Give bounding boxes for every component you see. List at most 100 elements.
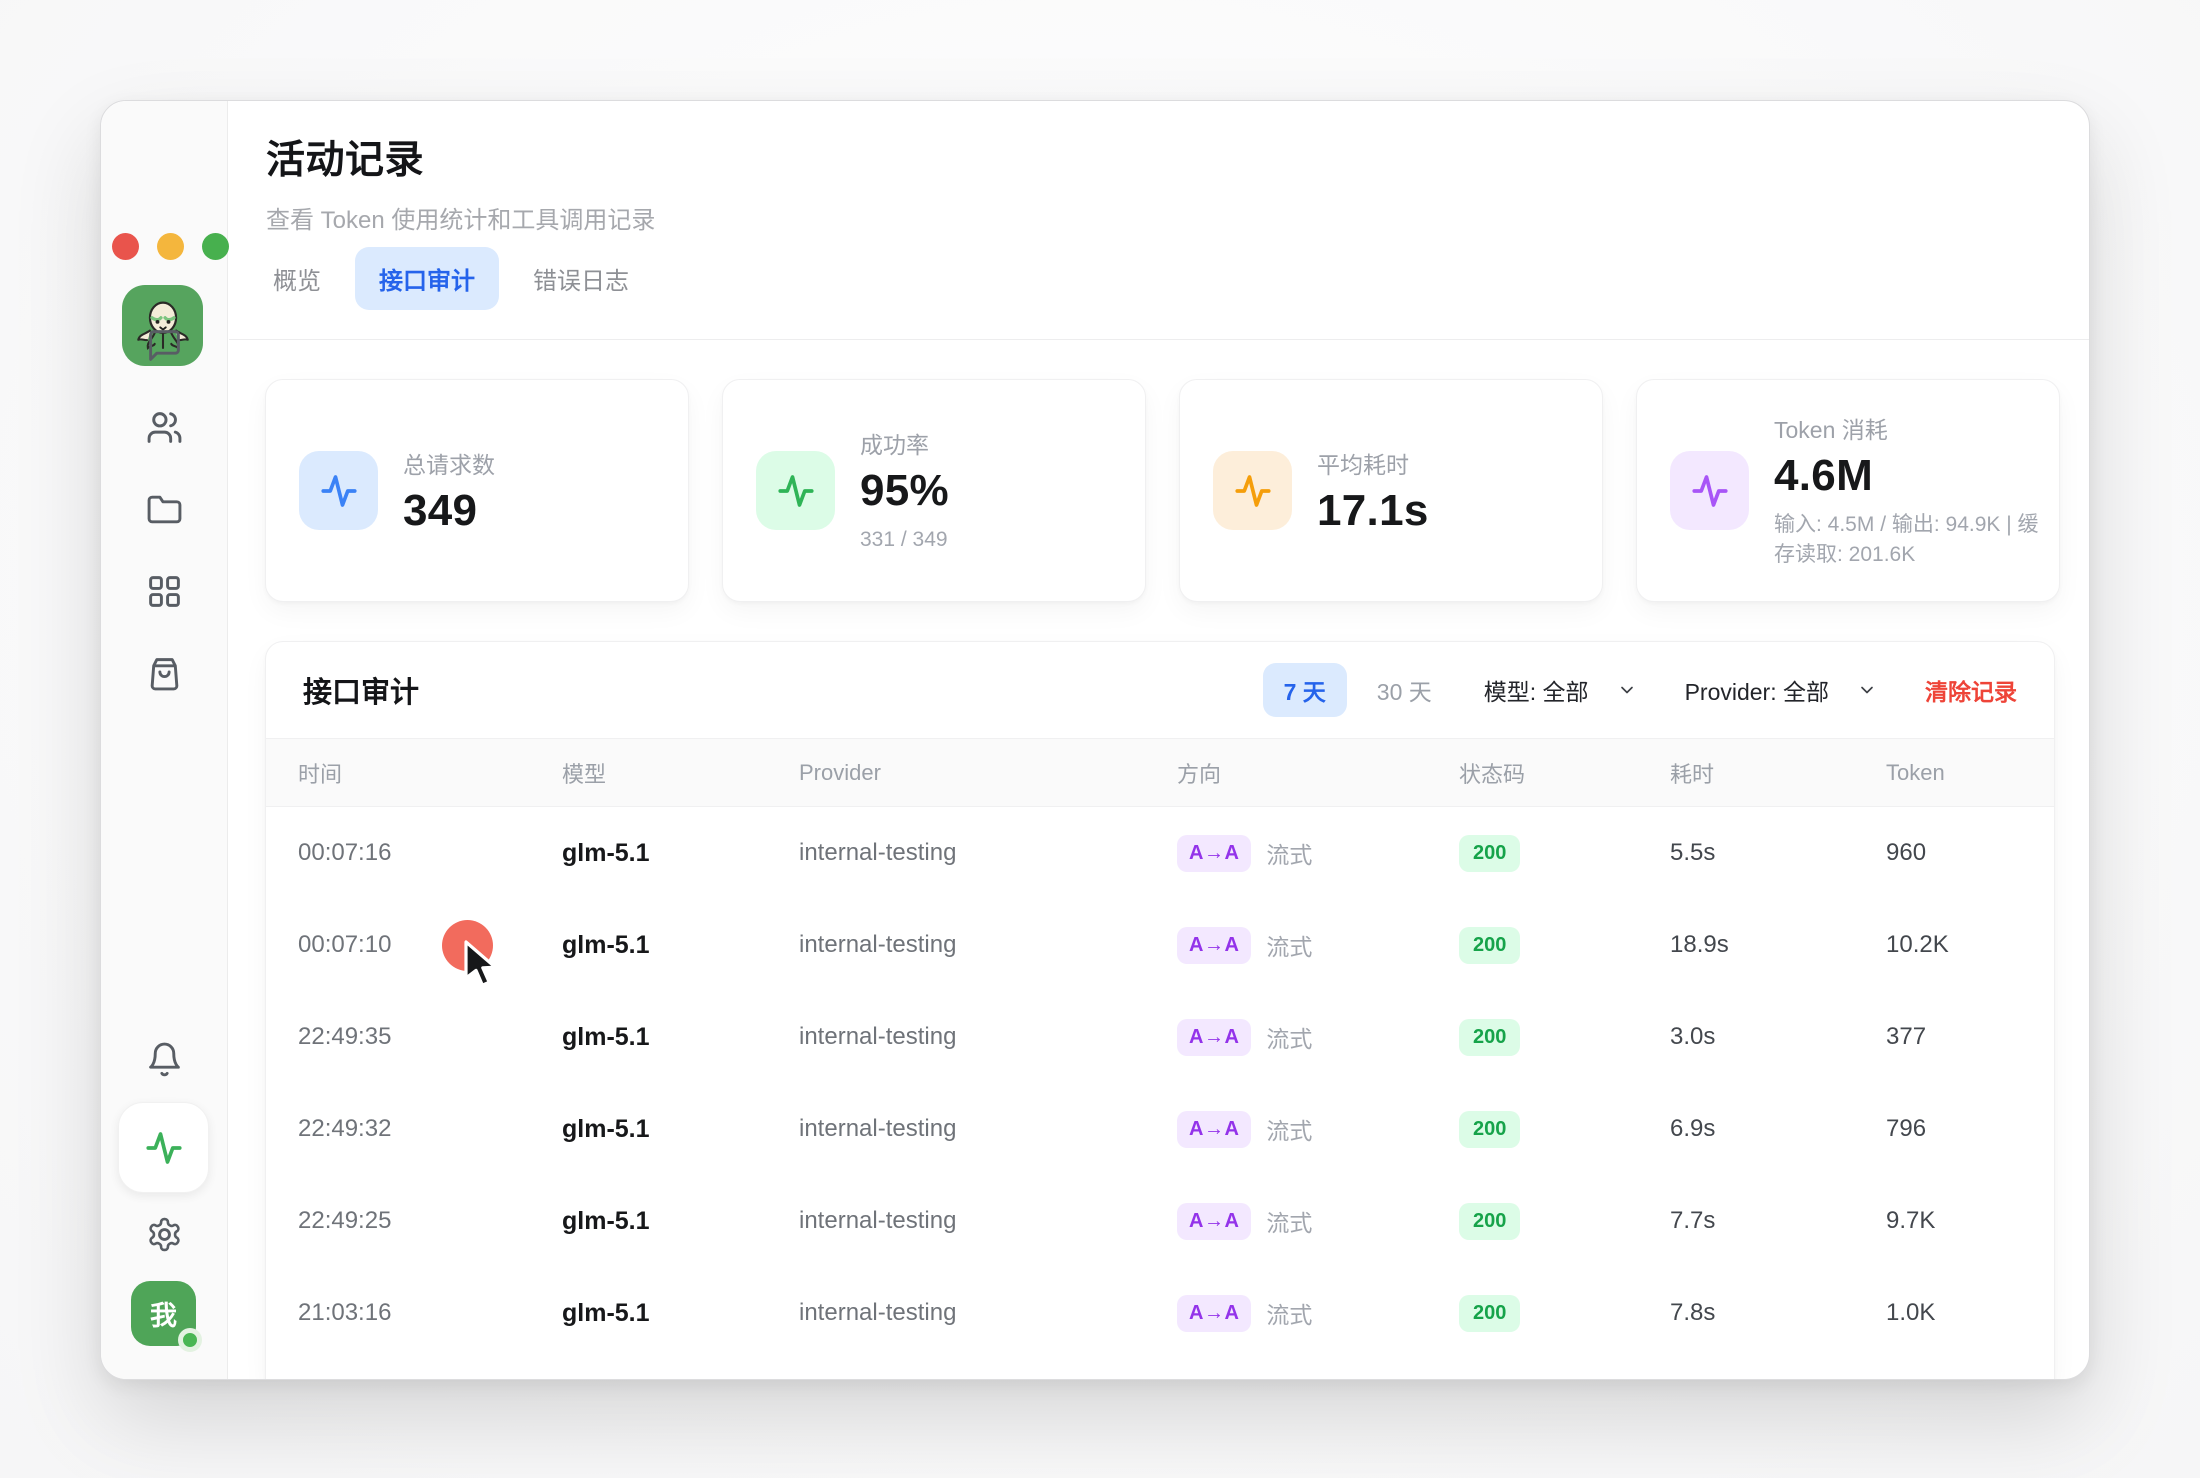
cell-model: glm-5.1	[562, 839, 799, 868]
status-badge: 200	[1459, 1203, 1520, 1240]
stream-mode-label: 流式	[1266, 1296, 1312, 1330]
table-row[interactable]: 21:03:16 glm-5.1 internal-testing A→A 流式…	[266, 1267, 2054, 1359]
stat-value: 4.6M	[1774, 451, 2056, 501]
cell-time: 21:03:16	[298, 1299, 562, 1327]
range-7d-button[interactable]: 7 天	[1263, 663, 1347, 717]
cell-status: 200	[1459, 927, 1670, 964]
window-controls	[112, 233, 229, 260]
zoom-window-button[interactable]	[202, 233, 229, 260]
cell-time: 22:49:35	[298, 1023, 562, 1051]
direction-badge: A→A	[1177, 1111, 1251, 1148]
cell-token: 10.2K	[1886, 931, 2022, 959]
app-window: 我 活动记录 查看 Token 使用统计和工具调用记录 概览 接口审计 错误日志…	[100, 100, 2090, 1380]
col-time: 时间	[298, 757, 562, 789]
stat-label: 成功率	[860, 426, 949, 460]
stream-mode-label: 流式	[1266, 1204, 1312, 1238]
cell-status: 200	[1459, 1111, 1670, 1148]
cell-model: glm-5.1	[562, 931, 799, 960]
table-row[interactable]: 00:07:16 glm-5.1 internal-testing A→A 流式…	[266, 807, 2054, 899]
cell-provider: internal-testing	[799, 1299, 1177, 1327]
cell-duration: 7.7s	[1670, 1207, 1886, 1235]
cell-token: 1.0K	[1886, 1299, 2022, 1327]
cell-token: 960	[1886, 839, 2022, 867]
table-row[interactable]: 22:49:25 glm-5.1 internal-testing A→A 流式…	[266, 1175, 2054, 1267]
direction-badge: A→A	[1177, 1203, 1251, 1240]
sidebar-item-store[interactable]	[146, 655, 183, 692]
bell-icon	[146, 1041, 183, 1078]
sidebar-item-settings[interactable]	[146, 1216, 183, 1253]
sidebar-item-files[interactable]	[146, 491, 183, 528]
model-filter-dropdown[interactable]: 模型: 全部	[1484, 673, 1637, 707]
panel-title: 接口审计	[303, 669, 419, 711]
sidebar-item-apps[interactable]	[146, 573, 183, 610]
users-icon	[146, 409, 183, 446]
sidebar-item-chats[interactable]	[146, 327, 183, 364]
activity-icon-tile-orange	[1213, 451, 1292, 530]
stat-card-token-usage: Token 消耗 4.6M 输入: 4.5M / 输出: 94.9K | 缓存读…	[1636, 379, 2060, 602]
clear-records-button[interactable]: 清除记录	[1925, 673, 2017, 707]
stat-label: Token 消耗	[1774, 411, 2056, 445]
activity-icon	[318, 470, 360, 512]
cell-duration: 6.9s	[1670, 1115, 1886, 1143]
table-row[interactable]: 22:49:32 glm-5.1 internal-testing A→A 流式…	[266, 1083, 2054, 1175]
stream-mode-label: 流式	[1266, 836, 1312, 870]
cell-direction: A→A 流式	[1177, 835, 1459, 872]
filters: 7 天 30 天 模型: 全部 Provider: 全部 清除记录	[1263, 663, 2017, 717]
cell-provider: internal-testing	[799, 1207, 1177, 1235]
range-30d-button[interactable]: 30 天	[1377, 673, 1432, 707]
tab-overview[interactable]: 概览	[249, 247, 345, 310]
sidebar-item-agents[interactable]	[146, 409, 183, 446]
col-model: 模型	[562, 757, 799, 789]
cell-duration: 3.0s	[1670, 1023, 1886, 1051]
header-divider	[229, 339, 2089, 340]
cell-duration: 5.5s	[1670, 839, 1886, 867]
chat-bubble-icon	[146, 327, 183, 364]
cell-direction: A→A 流式	[1177, 1203, 1459, 1240]
stream-mode-label: 流式	[1266, 928, 1312, 962]
cell-provider: internal-testing	[799, 839, 1177, 867]
activity-icon	[775, 470, 817, 512]
stream-mode-label: 流式	[1266, 1112, 1312, 1146]
cell-direction: A→A 流式	[1177, 1019, 1459, 1056]
stat-value: 349	[403, 486, 495, 536]
direction-badge: A→A	[1177, 835, 1251, 872]
col-provider: Provider	[799, 760, 1177, 786]
user-avatar[interactable]: 我	[131, 1281, 196, 1346]
close-window-button[interactable]	[112, 233, 139, 260]
cell-status: 200	[1459, 1203, 1670, 1240]
online-status-dot	[178, 1328, 202, 1352]
tab-error-log[interactable]: 错误日志	[509, 247, 653, 310]
cell-time: 22:49:25	[298, 1207, 562, 1235]
cell-time: 00:07:16	[298, 839, 562, 867]
cell-status: 200	[1459, 835, 1670, 872]
activity-icon-tile-green	[756, 451, 835, 530]
stat-cards: 总请求数 349 成功率 95% 331 / 349 平均耗时 17.1s	[265, 379, 2060, 602]
provider-filter-dropdown[interactable]: Provider: 全部	[1685, 673, 1877, 707]
table-row[interactable]: 22:49:35 glm-5.1 internal-testing A→A 流式…	[266, 991, 2054, 1083]
sidebar-item-notifications[interactable]	[146, 1041, 183, 1078]
stat-value: 95%	[860, 466, 949, 516]
status-badge: 200	[1459, 927, 1520, 964]
stat-card-success-rate: 成功率 95% 331 / 349	[722, 379, 1146, 602]
cell-time: 00:07:10	[298, 931, 562, 959]
stat-sub: 331 / 349	[860, 525, 949, 555]
chevron-down-icon	[1617, 680, 1637, 700]
stat-label: 平均耗时	[1317, 446, 1429, 480]
table-header: 时间 模型 Provider 方向 状态码 耗时 Token	[266, 739, 2054, 807]
tab-api-audit[interactable]: 接口审计	[355, 247, 499, 310]
cell-model: glm-5.1	[562, 1299, 799, 1328]
cell-status: 200	[1459, 1295, 1670, 1332]
api-audit-panel: 接口审计 7 天 30 天 模型: 全部 Provider: 全部 清除记录	[265, 641, 2055, 1379]
cell-direction: A→A 流式	[1177, 1111, 1459, 1148]
table-row[interactable]: 00:07:10 glm-5.1 internal-testing A→A 流式…	[266, 899, 2054, 991]
page-title: 活动记录	[266, 129, 424, 185]
cell-token: 796	[1886, 1115, 2022, 1143]
activity-icon	[1232, 470, 1274, 512]
col-token: Token	[1886, 760, 2022, 786]
cell-token: 9.7K	[1886, 1207, 2022, 1235]
page-subtitle: 查看 Token 使用统计和工具调用记录	[266, 200, 655, 235]
sidebar-item-activity-active[interactable]	[118, 1102, 209, 1193]
cell-token: 377	[1886, 1023, 2022, 1051]
col-duration: 耗时	[1670, 757, 1886, 789]
minimize-window-button[interactable]	[157, 233, 184, 260]
